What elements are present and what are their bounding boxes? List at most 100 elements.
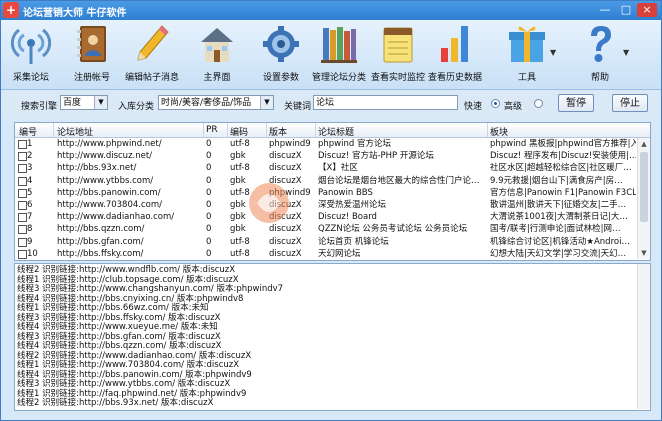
toolbar: 采集论坛 注册帐号 编辑帖子消息 主界面 设置参数 管理论坛分类 查看实时监控 … [1,20,661,90]
row-checkbox[interactable] [18,152,27,162]
cell-pr: 0 [206,224,212,235]
table-row[interactable]: 3 http://bbs.93x.net/0 utf-8 discuzX 【X】社区 社区… [15,162,636,174]
table-scrollbar[interactable]: ▲ ▼ [637,138,650,259]
row-checkbox[interactable] [18,201,27,210]
log-scrollbar[interactable] [637,264,650,409]
window-title: 论坛营销大师 牛仔软件 [23,8,127,19]
column-header-pr[interactable]: PR [206,125,218,135]
column-header-version[interactable]: 版本 [269,125,287,138]
cell-pr: 0 [206,139,212,149]
keyword-label: 关键词 [284,102,312,112]
toolbar-main-interface-button[interactable]: 主界面 [193,22,241,86]
column-header-encoding[interactable]: 编码 [230,125,248,138]
column-divider [315,123,316,137]
scrollbar-thumb[interactable] [640,152,648,222]
keyword-input[interactable]: 论坛 [313,95,458,110]
title-bar[interactable]: + 论坛营销大师 牛仔软件 — □ × [1,1,661,20]
cell-title: 天幻网论坛 [318,248,361,259]
help-dropdown-arrow-icon[interactable]: ▼ [623,48,629,57]
toolbar-label: 注册帐号 [73,73,110,83]
table-row[interactable]: 10 http://bbs.ffsky.com/0 utf-8 discuzX 天幻网论… [15,248,636,260]
table-row[interactable]: 2 http://www.discuz.net/0 gbk discuzX Discuz… [15,150,636,162]
cell-version: discuzX [269,236,302,247]
cell-encoding: utf-8 [230,248,250,259]
log-panel[interactable]: 线程2 识别链接:http://www.wndflb.com/ 版本:discu… [14,263,651,411]
tools-dropdown-arrow-icon[interactable]: ▼ [550,48,556,57]
chevron-down-icon: ▼ [94,96,107,109]
maximize-button[interactable]: □ [616,3,636,17]
fast-mode-label: 快速 [464,102,483,112]
toolbar-tools-button[interactable]: 工具 ▼ [498,22,556,86]
cell-board: phpwind 黑板报|phpwind官方推荐|入… [490,139,636,149]
pencil-icon [137,25,169,61]
table-row[interactable]: 1 http://www.phpwind.net/0 utf-8 phpwind9 ph… [15,138,636,150]
row-checkbox[interactable] [18,249,27,259]
toolbar-help-button[interactable]: 帮助 ▼ [573,22,629,86]
cell-encoding: utf-8 [230,236,250,247]
fast-mode-radio[interactable] [491,99,500,108]
category-value: 时尚/美容/奢侈品/饰品 [161,98,252,108]
app-logo-icon: + [3,2,19,18]
advanced-mode-radio[interactable] [534,99,543,108]
log-line: 线程2 识别链接:http://www.dadianhao.com/ 版本:di… [17,350,252,361]
toolbar-manage-category-button[interactable]: 管理论坛分类 [311,22,367,86]
table-row[interactable]: 9 http://bbs.gfan.com/0 utf-8 discuzX 论坛首页 机… [15,236,636,248]
column-header-url[interactable]: 论坛地址 [57,125,93,138]
column-divider [487,123,488,137]
cell-title: Discuz! 官方站-PHP 开源论坛 [318,151,434,162]
column-divider [203,123,204,137]
antenna-icon [11,28,51,64]
house-icon [201,28,233,62]
toolbar-register-account-button[interactable]: 注册帐号 [68,22,116,86]
row-checkbox[interactable] [18,225,27,235]
cell-id: 5 [27,187,33,198]
toolbar-history-data-button[interactable]: 查看历史数据 [427,22,483,86]
close-button[interactable]: × [637,3,657,17]
column-header-id[interactable]: 编号 [19,125,37,138]
cell-pr: 0 [206,187,212,198]
toolbar-realtime-monitor-button[interactable]: 查看实时监控 [370,22,426,86]
row-checkbox[interactable] [18,188,27,198]
cell-pr: 0 [206,151,212,162]
advanced-mode-label: 高级 [504,102,523,112]
minimize-button[interactable]: — [595,3,615,17]
category-select[interactable]: 时尚/美容/奢侈品/饰品 ▼ [158,95,274,110]
toolbar-collect-forum-button[interactable]: 采集论坛 [7,22,55,86]
cell-id: 6 [27,200,33,210]
cell-url: http://www.703804.com/ [57,200,162,210]
cell-title: 论坛首页 机锋论坛 [318,236,389,247]
cell-board: 9.9元救援|烟台山下|满食房产|房… [490,175,623,186]
row-checkbox[interactable] [18,237,27,247]
cell-pr: 0 [206,175,212,186]
log-line: 线程2 识别链接:http://bbs.93x.net/ 版本:discuzX [17,398,214,408]
toolbar-edit-post-button[interactable]: 编辑帖子消息 [124,22,180,86]
column-header-board[interactable]: 板块 [490,125,508,138]
cell-board: 社区水区|超越轻松综合区|社区暖厂… [490,163,632,174]
cell-url: http://bbs.gfan.com/ [57,236,144,247]
row-checkbox[interactable] [18,176,27,186]
row-checkbox[interactable] [18,164,27,174]
settings-bar: 搜索引擎 百度 ▼ 入库分类 时尚/美容/奢侈品/饰品 ▼ 关键词 论坛 快速 … [1,90,661,118]
row-checkbox[interactable] [18,213,27,223]
scroll-down-icon[interactable]: ▼ [638,247,650,259]
stop-button[interactable]: 停止 [612,94,648,112]
cell-encoding: utf-8 [230,139,250,149]
table-header: 编号 论坛地址 PR 编码 版本 论坛标题 板块 [15,123,650,138]
column-header-title[interactable]: 论坛标题 [318,125,354,138]
row-checkbox[interactable] [18,140,27,149]
log-line: 线程3 识别链接:http://bbs.ffsky.com/ 版本:discuz… [17,312,221,323]
pause-button[interactable]: 暂停 [558,94,594,112]
toolbar-label: 主界面 [203,73,231,83]
cell-pr: 0 [206,248,212,259]
scroll-up-icon[interactable]: ▲ [638,138,650,150]
cell-board: 国考/联考|行测申论|面试林检|网… [490,224,621,235]
search-engine-select[interactable]: 百度 ▼ [60,95,108,110]
toolbar-settings-button[interactable]: 设置参数 [258,22,304,86]
toolbar-label: 查看历史数据 [427,73,482,83]
toolbar-label: 编辑帖子消息 [124,73,179,83]
chevron-down-icon: ▼ [260,96,273,109]
cell-board: 散讲温州|散讲天下|征婚交友|二手… [490,200,627,210]
search-engine-value: 百度 [63,98,82,108]
log-line: 线程4 识别链接:http://www.xueyue.me/ 版本:未知 [17,322,218,332]
toolbar-label: 查看实时监控 [370,73,425,83]
